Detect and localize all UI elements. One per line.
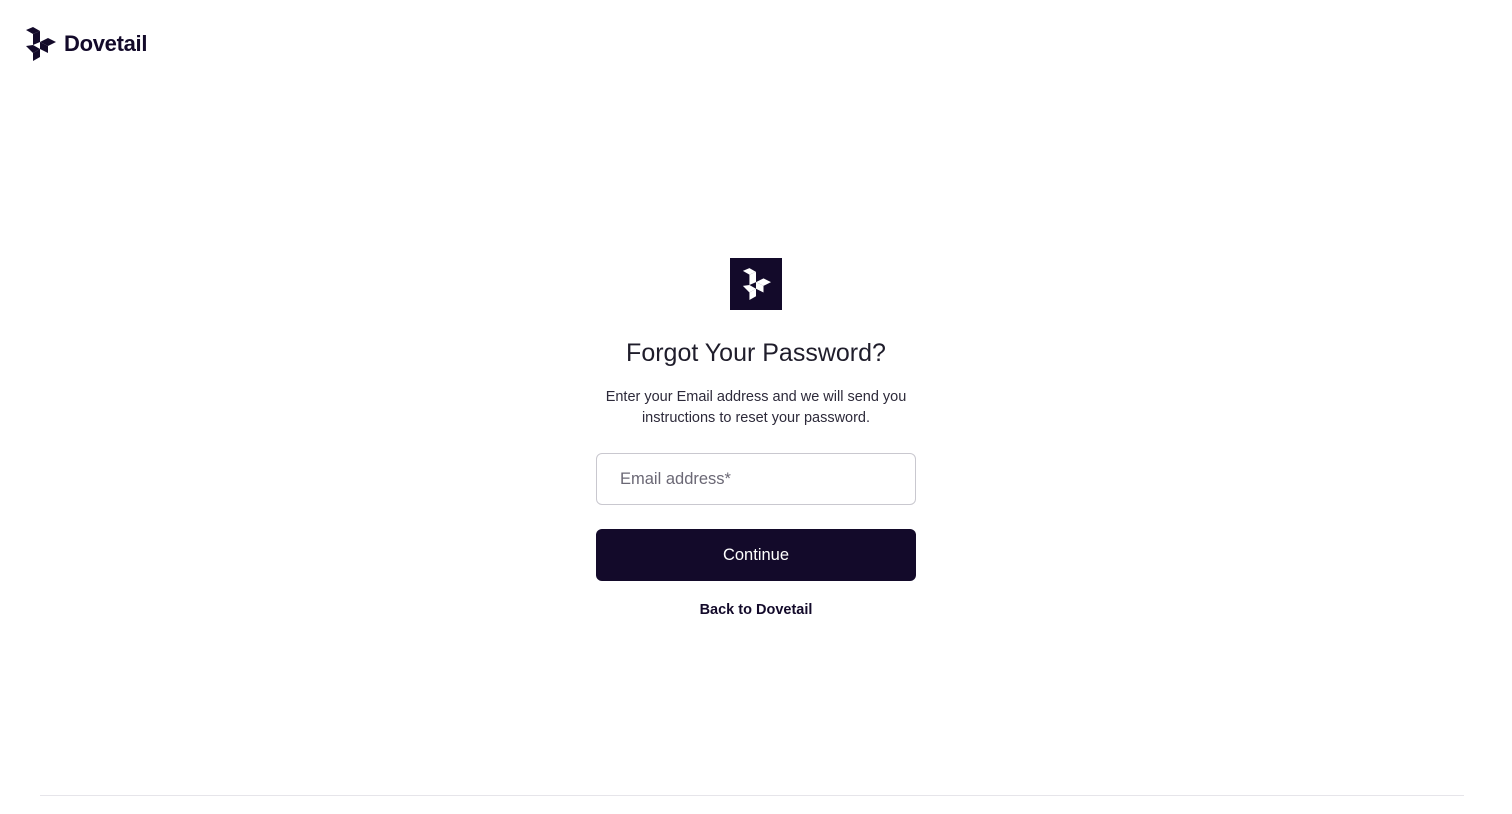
reset-password-card: Forgot Your Password? Enter your Email a…	[596, 258, 916, 618]
footer-divider	[40, 795, 1464, 796]
brand-badge	[730, 258, 782, 310]
page-title: Forgot Your Password?	[626, 339, 886, 367]
page-description: Enter your Email address and we will sen…	[605, 389, 907, 426]
brand-name: Dovetail	[64, 31, 148, 56]
dovetail-logo-icon	[742, 268, 771, 300]
email-field[interactable]	[618, 468, 894, 490]
email-field-container	[596, 453, 916, 505]
forgot-password-page: Dovetail Forgot Your Password? Enter you…	[0, 0, 1512, 814]
dovetail-logo-icon	[26, 27, 56, 61]
continue-button[interactable]: Continue	[596, 529, 916, 581]
dovetail-home-link[interactable]: Dovetail	[24, 27, 147, 61]
back-to-dovetail-link[interactable]: Back to Dovetail	[700, 602, 813, 618]
